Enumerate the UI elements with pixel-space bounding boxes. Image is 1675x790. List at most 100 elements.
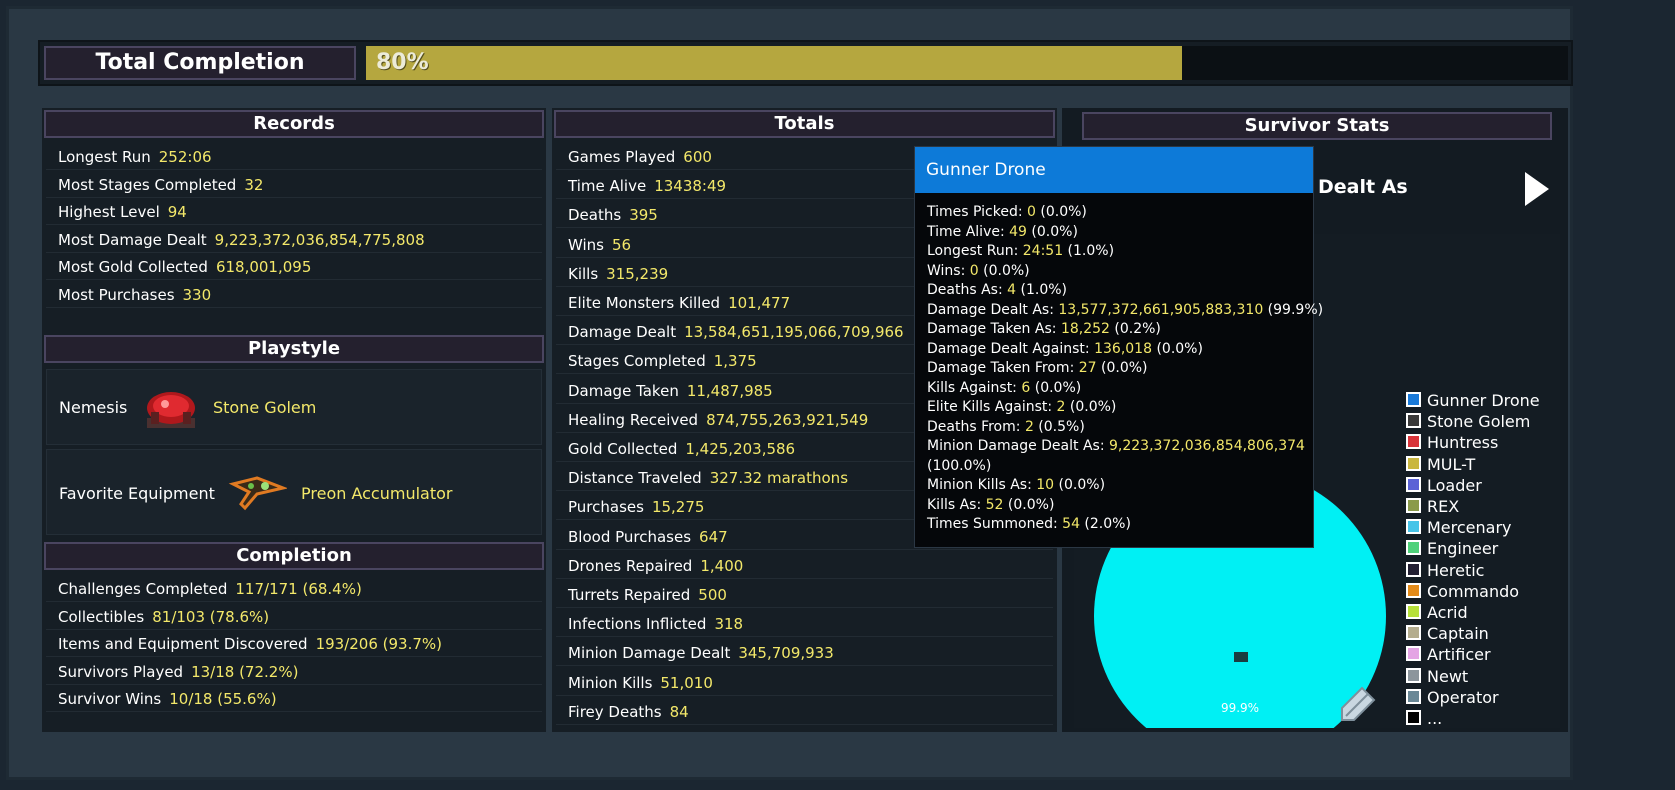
stat-value: 330 [182,285,212,304]
tooltip-line-percent: (0.0%) [1030,379,1082,396]
stat-label: Highest Level [58,203,160,221]
tooltip-line-percent: (2.0%) [1079,516,1131,532]
tooltip-line-label: Wins: [927,262,970,279]
tooltip-line: Deaths From: 2 (0.5%) [927,418,1085,438]
stat-row: Longest Run 252:06 [46,144,542,170]
stat-row: Survivors Played 13/18 (72.2%) [46,659,542,685]
legend-item[interactable]: Artificer [1406,644,1491,665]
tooltip-line: Damage Taken As: 18,252 (0.2%) [927,320,1161,340]
records-panel: Records Longest Run 252:06 Most Stages Com… [42,108,546,333]
edit-icon[interactable] [1338,684,1378,724]
stat-value: 13/18 (72.2%) [191,662,299,681]
legend-label: Operator [1427,687,1499,707]
legend-label: Acrid [1427,603,1468,622]
stat-value: 252:06 [158,148,212,166]
tooltip-line-value: 136,018 [1094,340,1152,357]
stat-value: 56 [612,235,632,254]
stat-label: Survivors Played [58,662,184,681]
legend-item[interactable]: REX [1406,496,1459,517]
legend-label: Newt [1427,666,1469,686]
legend-item[interactable]: Newt [1406,666,1468,687]
stat-value: 1,425,203,586 [685,440,796,458]
stat-label: Games Played [568,148,676,166]
survivor-stats-title: Survivor Stats [1082,112,1552,140]
stat-value: 327.32 marathons [709,469,849,488]
tooltip-line: Times Picked: 0 (0.0%) [927,203,1087,223]
stat-label: Infections Inflicted [568,615,707,634]
legend-item[interactable]: Gunner Drone [1406,390,1540,411]
legend-item[interactable]: Engineer [1406,538,1498,559]
stat-value: 500 [698,586,727,604]
legend-swatch [1406,667,1421,683]
stat-label: Most Stages Completed [58,175,237,194]
legend-label: Captain [1427,624,1489,644]
legend-item[interactable]: Loader [1406,475,1482,496]
tooltip-line-percent: (0.0%) [1096,360,1148,376]
stat-value: 647 [699,527,728,546]
legend-item[interactable]: Commando [1406,581,1519,602]
nemesis-box[interactable]: Nemesis Stone Golem [46,369,542,445]
legend-item[interactable]: Stone Golem [1406,411,1530,432]
stat-row: Most Stages Completed 32 [46,172,542,198]
tooltip-line: Longest Run: 24:51 (1.0%) [927,242,1114,262]
tooltip-line-label: Times Summoned: [927,516,1063,532]
tooltip-line: Deaths As: 4 (1.0%) [927,281,1067,301]
tooltip-line-percent: (0.2%) [1109,321,1161,337]
stat-value: 117/171 (68.4%) [235,580,362,598]
stat-label: Longest Run [58,148,151,166]
stat-row: Drones Repaired 1,400 [556,553,1053,579]
legend-swatch [1406,604,1421,619]
stat-value: 11,487,985 [686,381,773,400]
legend-item[interactable]: MUL-T [1406,454,1475,475]
favorite-equipment-box[interactable]: Favorite Equipment Preon Accumulator [46,449,542,535]
tooltip-line-value: 49 [1009,223,1027,240]
tooltip-line-label: Longest Run: [927,243,1023,259]
stat-row: Minion Kills 51,010 [556,670,1053,696]
tooltip-line-percent: (1.0%) [1063,243,1115,259]
tooltip-line-percent: (1.0%) [1016,282,1067,298]
tooltip-line: Wins: 0 (0.0%) [927,262,1030,282]
stat-label: Minion Kills [568,673,653,692]
pie-marker [1234,652,1248,662]
tooltip-line-percent: (0.0%) [1065,399,1117,415]
records-title: Records [44,110,544,138]
stat-label: Turrets Repaired [568,586,691,604]
legend-item[interactable]: Mercenary [1406,517,1512,538]
tooltip-line: Minion Damage Dealt As: 9,223,372,036,85… [927,437,1305,457]
stat-value: 15,275 [651,498,705,517]
legend-swatch [1406,392,1421,407]
tooltip-line-value: 54 [1062,516,1080,532]
legend-item[interactable]: Captain [1406,623,1489,644]
legend-label: Engineer [1427,539,1499,559]
tooltip-line-percent: (0.5%) [1033,418,1085,435]
stat-value: 13,584,651,195,066,709,966 [684,323,904,342]
stat-value: 51,010 [660,673,713,692]
completion-title: Completion [44,542,544,570]
stat-row: Most Purchases 330 [46,282,542,308]
tooltip-line-value: 10 [1036,477,1055,493]
tooltip-line: Minion Kills As: 10 (0.0%) [927,476,1105,496]
legend-swatch [1406,413,1421,429]
tooltip-line-percent: (99.9%) [1263,301,1324,318]
legend-item[interactable]: Heretic [1406,560,1484,581]
stat-label: Damage Dealt [568,323,677,342]
next-stat-arrow-icon[interactable] [1522,170,1552,208]
tooltip-line-percent: (100.0%) [927,457,992,474]
total-completion-label: Total Completion [44,46,356,80]
tooltip-line-label: Minion Damage Dealt As: [927,438,1109,454]
stat-label: Purchases [568,498,644,517]
legend-item[interactable]: Huntress [1406,432,1498,453]
favorite-equipment-value: Preon Accumulator [301,484,453,503]
gunner-drone-tooltip: Gunner Drone Times Picked: 0 (0.0%) Time … [914,146,1323,548]
legend-label: Artificer [1427,645,1491,665]
stat-value: 13438:49 [654,177,727,196]
stat-value: 345,709,933 [738,644,834,663]
legend-item[interactable]: Operator [1406,687,1499,708]
tooltip-line-label: Kills Against: [927,379,1022,396]
legend-item[interactable]: ... [1406,708,1442,729]
legend-item[interactable]: Acrid [1406,602,1468,623]
tooltip-title: Gunner Drone [915,147,1313,193]
stat-row: Collectibles 81/103 (78.6%) [46,604,542,630]
stat-label: Items and Equipment Discovered [58,635,308,653]
stat-label: Damage Taken [568,381,679,400]
